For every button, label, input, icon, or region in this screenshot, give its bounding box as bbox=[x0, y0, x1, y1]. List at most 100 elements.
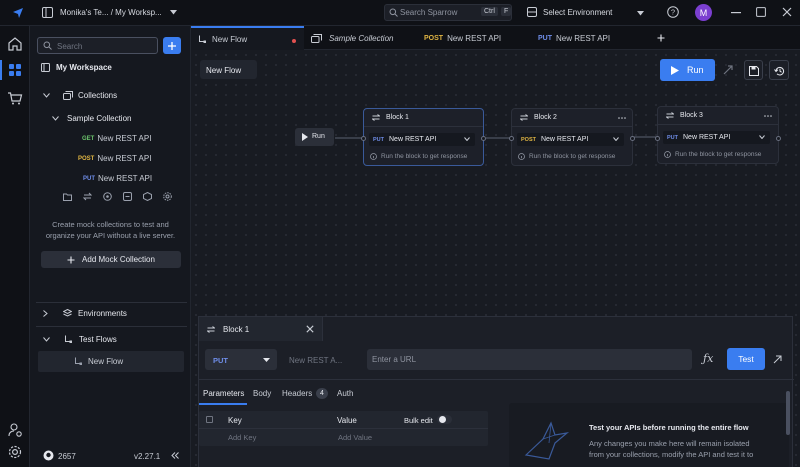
home-icon[interactable] bbox=[7, 36, 23, 52]
block-request-name: New REST API bbox=[540, 136, 589, 143]
collapse-sidebar-icon[interactable] bbox=[171, 452, 179, 459]
request-item-post[interactable]: POST New REST API bbox=[78, 154, 151, 163]
expand-arrow-icon[interactable] bbox=[773, 355, 782, 364]
add-value-input[interactable]: Add Value bbox=[338, 433, 372, 442]
tab-new-flow[interactable]: New Flow bbox=[191, 26, 304, 50]
function-fx-icon[interactable]: ƒx bbox=[703, 352, 713, 365]
github-icon[interactable] bbox=[43, 450, 54, 461]
add-folder-icon[interactable] bbox=[63, 192, 72, 201]
tab-headers[interactable]: Headers bbox=[282, 389, 312, 398]
input-handle[interactable] bbox=[509, 136, 514, 141]
tabs-bar: New Flow Sample Collection POST New REST… bbox=[191, 26, 800, 50]
profile-settings-icon[interactable] bbox=[7, 422, 23, 438]
tab-parameters[interactable]: Parameters bbox=[199, 384, 247, 405]
tab-put-request[interactable]: PUT New REST API bbox=[525, 26, 638, 50]
scrollbar[interactable] bbox=[786, 391, 790, 435]
block-detail-panel: Block 1 PUT New REST A... Enter a URL ƒx… bbox=[198, 316, 794, 467]
block-request-name: New REST API bbox=[683, 134, 731, 141]
block-request-select[interactable]: PUT New REST API bbox=[369, 133, 475, 146]
more-options-icon[interactable] bbox=[618, 117, 626, 119]
chevron-down-icon bbox=[464, 137, 470, 141]
block-hint: Run the block to get response bbox=[518, 153, 615, 160]
block-request-select[interactable]: POST New REST API bbox=[517, 133, 624, 146]
add-socketio-icon[interactable] bbox=[123, 192, 132, 201]
sidebar: Search My Workspace Collections Sample C… bbox=[30, 26, 191, 467]
workspace-dropdown-icon[interactable] bbox=[170, 10, 177, 15]
workspace-row[interactable]: My Workspace bbox=[41, 63, 112, 72]
tab-body[interactable]: Body bbox=[253, 389, 271, 398]
block-title: Block 2 bbox=[534, 114, 557, 121]
tab-post-request[interactable]: POST New REST API bbox=[412, 26, 525, 50]
output-handle[interactable] bbox=[630, 136, 635, 141]
sidebar-search-input[interactable]: Search bbox=[37, 37, 158, 54]
request-name: New REST API bbox=[98, 174, 153, 183]
environments-header[interactable]: Environments bbox=[43, 309, 127, 318]
bulk-edit-toggle[interactable] bbox=[437, 415, 452, 424]
mock-hint-line1: Create mock collections to test and bbox=[52, 220, 169, 229]
add-websocket-icon[interactable] bbox=[103, 192, 112, 201]
request-item-put[interactable]: PUT New REST API bbox=[83, 174, 152, 183]
help-icon[interactable]: ? bbox=[667, 6, 679, 18]
info-title: Test your APIs before running the entire… bbox=[589, 423, 749, 432]
collections-icon[interactable] bbox=[7, 62, 23, 78]
app-version: v2.27.1 bbox=[134, 452, 161, 461]
add-graphql-icon[interactable] bbox=[143, 192, 152, 201]
more-options-icon[interactable] bbox=[764, 115, 772, 117]
collection-sample[interactable]: Sample Collection bbox=[52, 114, 131, 123]
close-icon[interactable] bbox=[306, 325, 314, 333]
output-handle[interactable] bbox=[776, 136, 781, 141]
flow-item-new-flow[interactable]: New Flow bbox=[38, 351, 184, 372]
new-tab-plus-icon[interactable] bbox=[657, 34, 665, 42]
flow-item-label: New Flow bbox=[88, 357, 124, 366]
add-key-input[interactable]: Add Key bbox=[228, 433, 256, 442]
divider bbox=[36, 326, 187, 327]
output-handle[interactable] bbox=[481, 136, 486, 141]
method-select[interactable]: PUT bbox=[205, 349, 277, 370]
settings-gear-icon[interactable] bbox=[7, 444, 23, 460]
minimize-icon[interactable] bbox=[731, 12, 741, 14]
sparrow-logo-icon bbox=[13, 8, 23, 18]
block-header: Block 3 bbox=[658, 107, 778, 125]
start-run-node[interactable]: Run bbox=[295, 128, 334, 146]
request-name-field[interactable]: New REST A... bbox=[281, 349, 357, 370]
block-hint-text: Run the block to get response bbox=[529, 153, 616, 160]
block-hint-text: Run the block to get response bbox=[381, 153, 468, 160]
environment-select[interactable]: Select Environment bbox=[527, 4, 647, 21]
input-handle[interactable] bbox=[361, 136, 366, 141]
tab-auth[interactable]: Auth bbox=[337, 389, 353, 398]
select-all-checkbox[interactable] bbox=[206, 416, 213, 423]
method-badge: PUT bbox=[373, 136, 384, 143]
input-handle[interactable] bbox=[655, 136, 660, 141]
info-line2: from your collections, modify the API an… bbox=[589, 450, 754, 459]
flow-block-2[interactable]: Block 2 POST New REST API Run the block … bbox=[509, 108, 635, 166]
panel-tab[interactable]: Block 1 bbox=[199, 317, 323, 341]
add-mock-collection-button[interactable]: Add Mock Collection bbox=[41, 251, 181, 268]
tab-sample-collection[interactable]: Sample Collection bbox=[304, 26, 412, 50]
play-icon bbox=[302, 133, 308, 141]
testflows-label: Test Flows bbox=[79, 335, 117, 344]
request-name: New REST API bbox=[97, 154, 152, 163]
add-request-icon[interactable] bbox=[83, 192, 92, 201]
block-hint: Run the block to get response bbox=[370, 153, 467, 160]
info-icon bbox=[664, 151, 671, 158]
test-button[interactable]: Test bbox=[727, 348, 765, 370]
request-item-get[interactable]: GET New REST API bbox=[82, 134, 151, 143]
add-button[interactable] bbox=[163, 37, 181, 54]
maximize-icon[interactable] bbox=[756, 7, 766, 17]
collections-header[interactable]: Collections bbox=[43, 91, 117, 100]
testflows-header[interactable]: Test Flows bbox=[43, 335, 117, 344]
block-request-select[interactable]: PUT New REST API bbox=[663, 131, 770, 144]
avatar[interactable]: M bbox=[695, 4, 712, 21]
info-card: Test your APIs before running the entire… bbox=[509, 403, 789, 467]
flow-block-3[interactable]: Block 3 PUT New REST API Run the block t… bbox=[655, 106, 781, 164]
url-input[interactable]: Enter a URL bbox=[367, 349, 692, 370]
collection-settings-icon[interactable] bbox=[163, 192, 172, 201]
chevron-down-icon bbox=[263, 358, 270, 362]
unsaved-dot bbox=[292, 39, 296, 43]
active-indicator bbox=[0, 60, 2, 80]
flow-block-1[interactable]: Block 1 PUT New REST API Run the block t… bbox=[361, 108, 486, 166]
close-window-icon[interactable] bbox=[782, 7, 792, 17]
marketplace-cart-icon[interactable] bbox=[7, 90, 23, 106]
global-search-input[interactable]: Search Sparrow Ctrl F bbox=[384, 4, 512, 21]
workspace-path[interactable]: Monika's Te... / My Worksp... bbox=[60, 8, 162, 17]
